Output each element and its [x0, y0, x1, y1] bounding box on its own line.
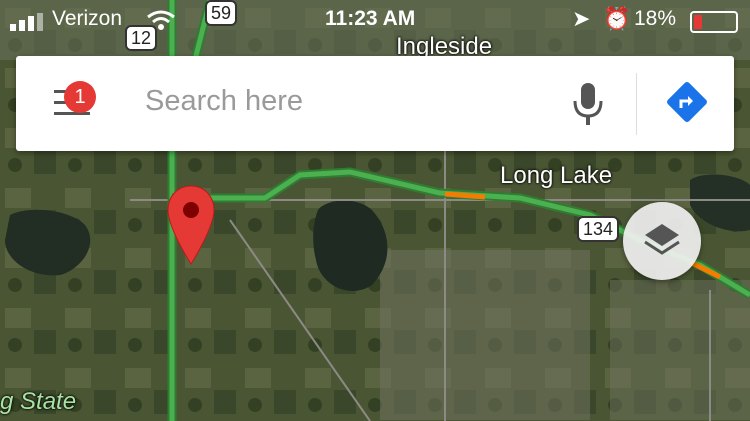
location-arrow-icon: ➤	[572, 6, 591, 31]
map-pin-icon[interactable]	[165, 184, 217, 266]
notification-badge: 1	[64, 81, 96, 113]
layers-button[interactable]	[623, 202, 701, 280]
status-bar: Verizon 11:23 AM ➤ ⏰ 18%	[0, 0, 750, 40]
route-shield-59: 59	[205, 0, 238, 26]
battery-percent: 18%	[634, 7, 677, 30]
route-shield-134: 134	[577, 216, 620, 242]
place-label-state-park[interactable]: g State	[0, 388, 76, 416]
alarm-icon: ⏰	[603, 6, 631, 31]
search-input[interactable]: Search here	[145, 85, 303, 118]
mic-icon[interactable]	[571, 81, 605, 127]
divider	[636, 73, 637, 135]
search-bar[interactable]: 1 Search here	[16, 56, 734, 151]
layers-icon	[644, 224, 680, 255]
battery-icon	[690, 11, 738, 33]
place-label-long-lake[interactable]: Long Lake	[500, 162, 612, 190]
carrier-label: Verizon	[52, 7, 123, 30]
cell-signal-icon	[10, 13, 43, 31]
traffic-slow-segment	[444, 191, 486, 200]
directions-icon[interactable]	[666, 81, 708, 123]
route-shield-12: 12	[125, 25, 158, 51]
clock-time: 11:23 AM	[325, 7, 416, 30]
